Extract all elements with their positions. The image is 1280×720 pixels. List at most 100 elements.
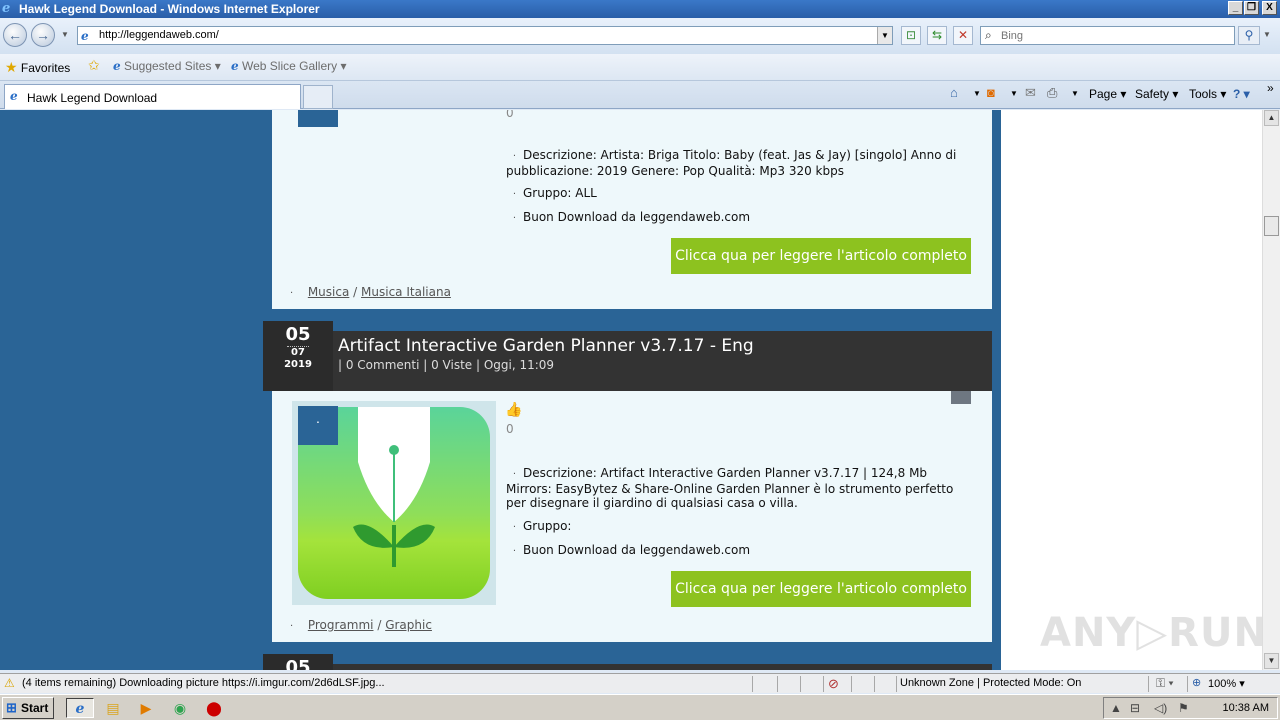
- address-url[interactable]: http://leggendaweb.com/: [99, 29, 219, 41]
- post-description: · Descrizione: Artista: Briga Titolo: Bab…: [506, 148, 966, 178]
- taskbar-stop-app-icon[interactable]: ⬤: [203, 698, 225, 718]
- new-tab-button[interactable]: [303, 85, 333, 109]
- scroll-up-arrow-icon[interactable]: ▲: [1264, 110, 1279, 126]
- right-sidebar: [1001, 110, 1262, 670]
- category-link-musica-italiana[interactable]: Musica Italiana: [361, 285, 451, 299]
- category-separator: /: [377, 618, 382, 632]
- thumb-up-icon[interactable]: 👍: [505, 401, 522, 418]
- zoom-level[interactable]: 100% ▾: [1208, 677, 1245, 690]
- read-more-button[interactable]: Clicca qua per leggere l'articolo comple…: [671, 238, 971, 274]
- bullet: ·: [512, 546, 517, 557]
- tab-hawk-legend-download[interactable]: e Hawk Legend Download: [4, 84, 301, 109]
- group-text: Gruppo: ALL: [523, 186, 597, 200]
- print-icon[interactable]: ⎙: [1047, 85, 1057, 101]
- stop-icon[interactable]: ✕: [953, 26, 973, 45]
- tray-expand-icon[interactable]: ▲: [1110, 701, 1122, 715]
- status-divider: [896, 676, 897, 692]
- search-options-dropdown-icon[interactable]: ▼: [1263, 30, 1271, 39]
- forward-button[interactable]: →: [31, 23, 55, 47]
- back-button[interactable]: ←: [3, 23, 27, 47]
- taskbar-explorer-icon[interactable]: ▤: [102, 698, 124, 718]
- post-categories: · Programmi / Graphic: [290, 618, 432, 632]
- print-dropdown-icon[interactable]: ▼: [1071, 89, 1079, 98]
- anyrun-watermark: ANY▷RUN: [1040, 610, 1262, 656]
- network-icon[interactable]: ⊟: [1130, 701, 1140, 715]
- scroll-down-arrow-icon[interactable]: ▼: [1264, 653, 1279, 669]
- thumbnail-overlay-badge: ·: [298, 406, 338, 445]
- taskbar-ie-icon[interactable]: e: [66, 698, 94, 718]
- rating-count: 0: [506, 110, 514, 120]
- suggested-sites-link[interactable]: e Suggested Sites ▾: [113, 59, 221, 73]
- safety-menu[interactable]: Safety ▾: [1135, 87, 1178, 101]
- status-message: (4 items remaining) Downloading picture …: [22, 677, 385, 689]
- system-tray: ▲ ⊟ ◁) ⚑ 10:38 AM: [1103, 697, 1278, 719]
- search-button[interactable]: ⚲: [1238, 26, 1260, 45]
- tab-label: Hawk Legend Download: [27, 91, 158, 105]
- recent-pages-dropdown-icon[interactable]: ▼: [61, 30, 69, 39]
- read-more-button[interactable]: Clicca qua per leggere l'articolo comple…: [671, 571, 971, 607]
- start-button[interactable]: ⊞ Start: [2, 697, 54, 719]
- close-window-button[interactable]: X: [1262, 1, 1277, 15]
- address-dropdown-icon[interactable]: ▼: [877, 27, 892, 44]
- zoom-icon[interactable]: ⊕: [1192, 676, 1201, 689]
- rating-count: 0: [506, 422, 514, 436]
- clock[interactable]: 10:38 AM: [1223, 702, 1269, 714]
- download-text: Buon Download da leggendaweb.com: [523, 210, 751, 224]
- action-center-flag-icon[interactable]: ⚑: [1178, 701, 1189, 715]
- address-bar[interactable]: e http://leggendaweb.com/ ▼: [77, 26, 893, 45]
- tab-bar: e Hawk Legend Download ⌂ ▼ ◙ ▼ ✉ ⎙ ▼ Pag…: [0, 81, 1280, 109]
- minimize-button[interactable]: _: [1228, 1, 1243, 15]
- group-text: Gruppo:: [523, 519, 572, 533]
- help-menu[interactable]: ? ▾: [1233, 87, 1250, 101]
- read-mail-icon[interactable]: ✉: [1025, 85, 1036, 101]
- warning-icon: ⚠: [4, 676, 15, 690]
- post-meta: | 0 Commenti | 0 Viste | Oggi, 11:09: [338, 358, 555, 372]
- category-link-musica[interactable]: Musica: [308, 285, 350, 299]
- description-text: Descrizione: Artista: Briga Titolo: Baby…: [506, 148, 957, 178]
- post-description: · Descrizione: Artifact Interactive Garde…: [506, 466, 966, 510]
- ie-page-icon: e: [113, 59, 121, 73]
- more-commands-icon[interactable]: »: [1267, 81, 1274, 95]
- add-favorite-icon[interactable]: ✩: [88, 57, 100, 74]
- refresh-icon[interactable]: ⇆: [927, 26, 947, 45]
- title-bar: e Hawk Legend Download - Windows Interne…: [0, 0, 1280, 18]
- scrollbar-thumb[interactable]: [1264, 216, 1279, 236]
- taskbar-media-player-icon[interactable]: ▶: [135, 698, 157, 718]
- category-link-graphic[interactable]: Graphic: [385, 618, 432, 632]
- protected-mode-icon[interactable]: ⚿ ▾: [1156, 676, 1174, 691]
- favorites-button[interactable]: ★ Favorites: [5, 59, 70, 76]
- volume-icon[interactable]: ◁): [1154, 701, 1167, 715]
- feeds-icon[interactable]: ◙: [987, 85, 995, 100]
- category-link-programmi[interactable]: Programmi: [308, 618, 374, 632]
- windows-flag-icon: ⊞: [6, 700, 17, 715]
- start-label: Start: [21, 701, 49, 715]
- taskbar: ⊞ Start e ▤ ▶ ◉ ⬤ ▲ ⊟ ◁) ⚑ 10:38 AM: [0, 694, 1280, 720]
- post-day: 05: [285, 324, 311, 345]
- vertical-scrollbar[interactable]: ▲ ▼: [1262, 110, 1280, 670]
- post-edit-icon[interactable]: [951, 391, 971, 404]
- security-zone[interactable]: Unknown Zone | Protected Mode: On: [900, 677, 1081, 689]
- page-menu[interactable]: Page ▾: [1089, 87, 1126, 101]
- post-month: 07: [291, 347, 305, 358]
- favorites-bar: ★ Favorites ✩ e Suggested Sites ▾ e Web …: [0, 54, 1280, 81]
- compatibility-view-icon[interactable]: ⊡: [901, 26, 921, 45]
- download-text: Buon Download da leggendaweb.com: [523, 543, 751, 557]
- site-favicon-icon: e: [81, 29, 89, 43]
- search-box[interactable]: ⌕: [980, 26, 1235, 45]
- search-input[interactable]: [1001, 28, 1231, 43]
- home-icon[interactable]: ⌂: [950, 85, 958, 100]
- home-dropdown-icon[interactable]: ▼: [973, 89, 981, 98]
- restore-button[interactable]: ❐: [1244, 1, 1259, 15]
- bullet: ·: [290, 288, 294, 299]
- ie-page-icon: e: [231, 59, 239, 73]
- bullet: ·: [290, 621, 294, 632]
- web-slice-gallery-link[interactable]: e Web Slice Gallery ▾: [231, 59, 347, 73]
- post-title[interactable]: Artifact Interactive Garden Planner v3.7…: [338, 336, 754, 356]
- post-date-badge: 05: [263, 654, 333, 670]
- status-bar: ⚠ (4 items remaining) Downloading pictur…: [0, 673, 1280, 693]
- tools-menu[interactable]: Tools ▾: [1189, 87, 1226, 101]
- taskbar-chrome-icon[interactable]: ◉: [169, 698, 191, 718]
- feeds-dropdown-icon[interactable]: ▼: [1010, 89, 1018, 98]
- post-day: 05: [285, 657, 311, 670]
- popup-blocked-icon[interactable]: ⊘: [828, 676, 839, 692]
